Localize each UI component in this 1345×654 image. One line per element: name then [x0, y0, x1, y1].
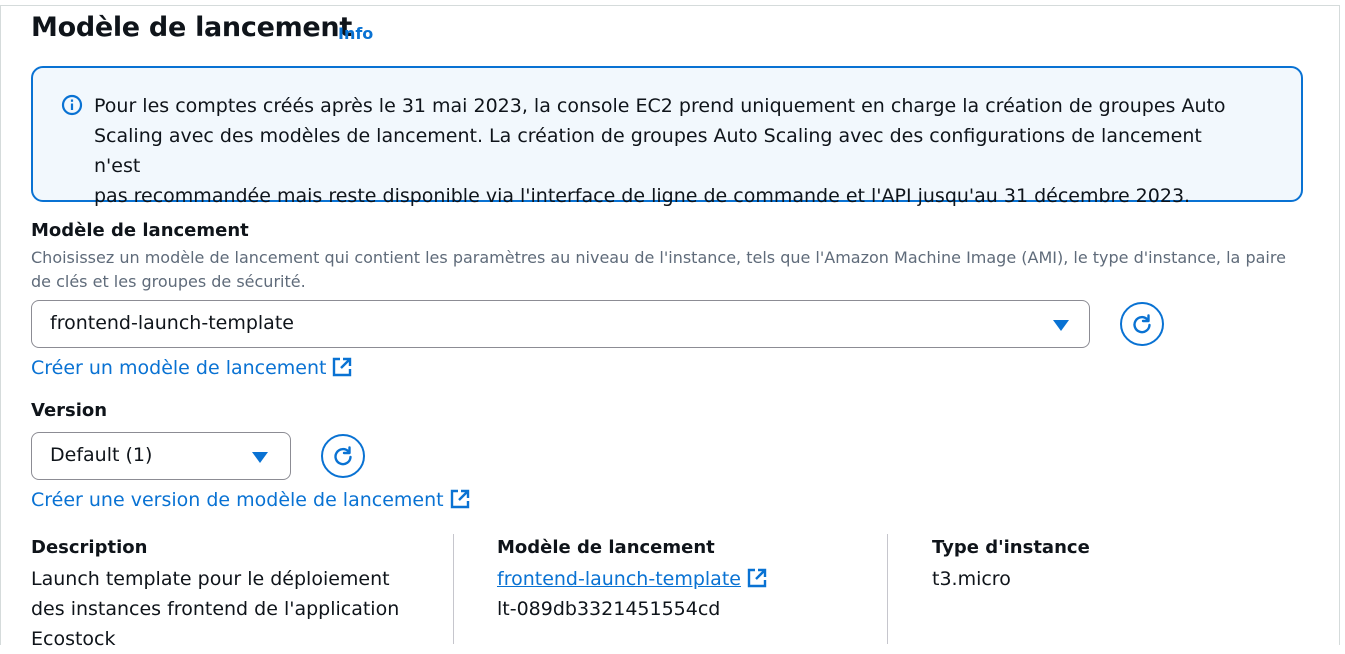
create-launch-template-link[interactable]: Créer un modèle de lancement	[31, 357, 352, 379]
refresh-versions-button[interactable]	[321, 434, 365, 478]
external-link-icon	[333, 357, 352, 377]
create-launch-template-link-label: Créer un modèle de lancement	[31, 357, 327, 379]
refresh-templates-button[interactable]	[1120, 302, 1164, 346]
launch-template-selected-value: frontend-launch-template	[50, 312, 294, 334]
description-line: Choisissez un modèle de lancement qui co…	[31, 248, 1286, 267]
caret-down-icon	[1053, 320, 1069, 331]
description-value-line: Ecostock	[31, 628, 116, 650]
external-link-icon	[450, 489, 469, 509]
description-value-line: des instances frontend de l'application	[31, 598, 400, 620]
launch-template-description: Choisissez un modèle de lancement qui co…	[31, 246, 1311, 294]
description-label: Description	[31, 537, 148, 558]
create-template-version-link[interactable]: Créer une version de modèle de lancement	[31, 489, 470, 511]
info-icon	[61, 94, 83, 116]
section-title: Modèle de lancement	[31, 12, 352, 43]
create-template-version-link-label: Créer une version de modèle de lancement	[31, 489, 444, 511]
column-divider	[453, 534, 454, 644]
launch-template-id: lt-089db3321451554cd	[497, 598, 721, 620]
alert-line: Pour les comptes créés après le 31 mai 2…	[94, 95, 1226, 117]
launch-template-detail-value: frontend-launch-template lt-089db3321451…	[497, 564, 767, 624]
alert-line: Scaling avec des modèles de lancement. L…	[94, 125, 1202, 177]
version-label: Version	[31, 400, 108, 421]
caret-down-icon	[252, 452, 268, 463]
description-value-line: Launch template pour le déploiement	[31, 568, 390, 590]
launch-template-detail-link[interactable]: frontend-launch-template	[497, 564, 767, 594]
instance-type-value: t3.micro	[932, 568, 1011, 590]
column-divider	[887, 534, 888, 644]
external-link-icon	[747, 568, 767, 588]
launch-template-label: Modèle de lancement	[31, 220, 249, 241]
info-link[interactable]: Info	[338, 24, 373, 43]
instance-type-label: Type d'instance	[932, 537, 1090, 558]
launch-template-detail-label: Modèle de lancement	[497, 537, 715, 558]
refresh-icon	[1133, 314, 1151, 334]
description-line: de clés et les groupes de sécurité.	[31, 272, 306, 291]
info-alert: Pour les comptes créés après le 31 mai 2…	[31, 66, 1303, 207]
launch-template-detail-link-label: frontend-launch-template	[497, 568, 741, 590]
alert-line: pas recommandée mais reste disponible vi…	[94, 185, 1191, 207]
refresh-icon	[334, 446, 352, 466]
version-select[interactable]: Default (1)	[31, 432, 291, 480]
alert-message: Pour les comptes créés après le 31 mai 2…	[94, 91, 1254, 211]
launch-template-select[interactable]: frontend-launch-template	[31, 300, 1090, 348]
description-value: Launch template pour le déploiement des …	[31, 564, 441, 654]
version-selected-value: Default (1)	[50, 444, 153, 466]
